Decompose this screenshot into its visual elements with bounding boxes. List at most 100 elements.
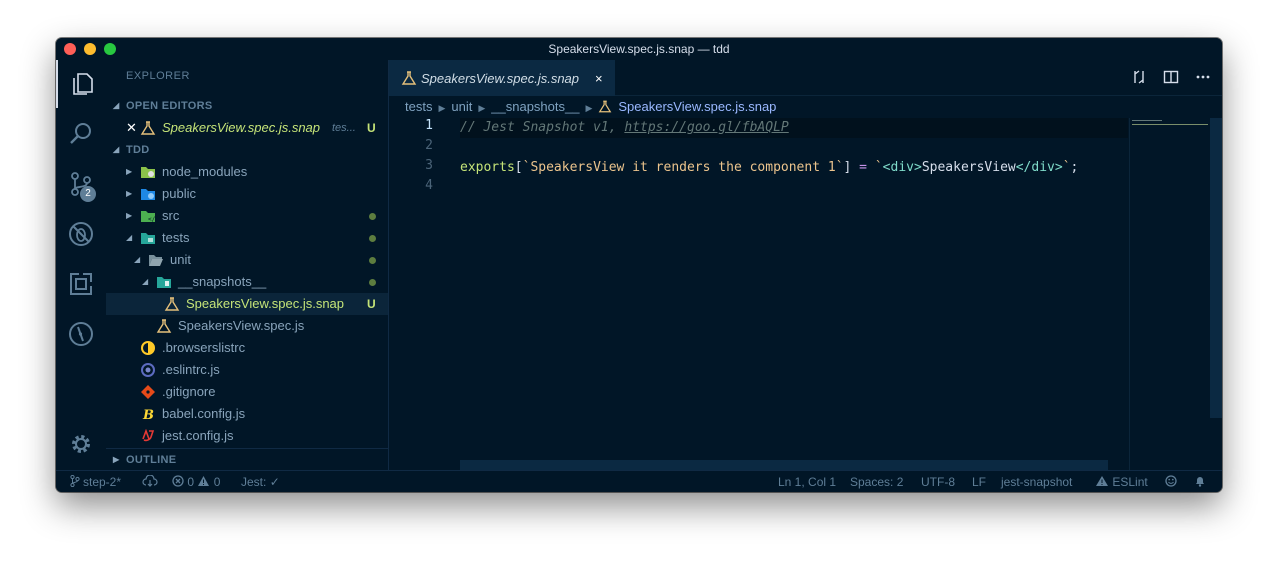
tab-close-icon[interactable]: ×	[595, 61, 603, 96]
git-icon	[141, 385, 155, 399]
tree-item-tests[interactable]: ◢ tests	[106, 227, 388, 249]
indentation[interactable]: Spaces: 2	[850, 471, 903, 492]
untracked-badge: U	[367, 121, 376, 135]
open-changes-icon[interactable]	[1130, 68, 1148, 86]
title-bar: SpeakersView.spec.js.snap — tdd	[56, 38, 1222, 60]
vertical-scrollbar[interactable]	[1210, 118, 1222, 418]
activity-debug[interactable]	[56, 210, 106, 258]
vscode-window: SpeakersView.spec.js.snap — tdd 2 EXPLOR…	[56, 38, 1222, 492]
tree-item-node-modules[interactable]: ▶ node_modules	[106, 161, 388, 183]
line-number: 3	[425, 158, 433, 173]
close-icon[interactable]: ✕	[126, 117, 137, 139]
code-link[interactable]: https://goo.gl/fbAQLP	[624, 120, 788, 135]
window-minimize-button[interactable]	[84, 43, 96, 55]
breadcrumb-item[interactable]: __snapshots__	[491, 99, 579, 114]
chevron-down-icon: ◢	[142, 277, 149, 286]
language-mode[interactable]: jest-snapshot	[1001, 471, 1072, 492]
minimap-line	[1132, 124, 1208, 125]
extensions-icon	[70, 272, 93, 295]
outline-header[interactable]: ▶ OUTLINE	[106, 448, 388, 471]
folder-open-icon	[149, 255, 163, 266]
feedback-icon[interactable]	[1165, 471, 1177, 492]
sync-icon[interactable]	[142, 471, 158, 492]
source-control-badge: 2	[80, 186, 96, 202]
activity-source-control[interactable]	[56, 160, 106, 208]
bell-icon[interactable]	[1194, 471, 1206, 492]
more-actions-icon[interactable]	[1194, 68, 1212, 86]
breadcrumb-item[interactable]: tests	[405, 99, 432, 114]
tree-item-snapshot-file[interactable]: SpeakersView.spec.js.snap U	[106, 293, 388, 315]
flask-icon	[164, 297, 180, 311]
activity-explorer[interactable]	[56, 60, 108, 108]
line-number: 2	[425, 138, 433, 153]
chevron-right-icon: ▶	[126, 167, 133, 176]
jest-icon	[142, 429, 155, 442]
problems-indicator[interactable]: 0 0	[172, 471, 220, 492]
eslint-icon	[141, 363, 155, 377]
tree-item-jest-config[interactable]: jest.config.js	[106, 425, 388, 447]
tree-item-public[interactable]: ▶ public	[106, 183, 388, 205]
tree-item-snapshots[interactable]: ◢ __snapshots__	[106, 271, 388, 293]
activity-search[interactable]	[56, 110, 106, 158]
line-number: 1	[425, 118, 433, 133]
editor-area: SpeakersView.spec.js.snap × tests ▶ unit ▶ _…	[389, 60, 1222, 470]
flask-icon	[156, 319, 172, 333]
activity-settings[interactable]	[56, 420, 106, 468]
chevron-down-icon: ◢	[134, 255, 141, 264]
jest-status[interactable]: Jest: ✓	[241, 471, 280, 492]
editor-actions	[1130, 68, 1212, 86]
branch-indicator[interactable]: step-2*	[70, 471, 121, 492]
src-folder-icon: </>	[141, 211, 156, 223]
svg-text:B: B	[142, 408, 154, 421]
horizontal-scrollbar[interactable]	[460, 460, 1108, 470]
breadcrumb-item[interactable]: SpeakersView.spec.js.snap	[618, 99, 776, 114]
editor-tab-active[interactable]: SpeakersView.spec.js.snap ×	[389, 60, 615, 96]
chevron-right-icon: ▶	[478, 103, 486, 113]
snapshot-folder-icon	[157, 277, 171, 288]
window-maximize-button[interactable]	[104, 43, 116, 55]
flask-icon	[140, 121, 156, 135]
chevron-right-icon: ▶	[126, 211, 133, 220]
branch-icon	[70, 474, 80, 488]
open-editors-header[interactable]: ◢ OPEN EDITORS	[106, 95, 388, 117]
collapse-arrow-icon: ◢	[113, 101, 120, 110]
explorer-sidebar: EXPLORER ◢ OPEN EDITORS ✕ SpeakersView.s…	[106, 60, 389, 470]
window-close-button[interactable]	[64, 43, 76, 55]
breadcrumb-item[interactable]: unit	[451, 99, 472, 114]
flask-icon	[401, 71, 417, 85]
check-icon: ✓	[269, 475, 280, 489]
folder-header-tdd[interactable]: ◢ TDD	[106, 139, 388, 161]
window-title: SpeakersView.spec.js.snap — tdd	[548, 42, 730, 56]
end-of-line[interactable]: LF	[972, 471, 986, 492]
modified-dot	[369, 235, 376, 242]
encoding[interactable]: UTF-8	[921, 471, 955, 492]
code-line-3: exports[`SpeakersView it renders the com…	[460, 160, 1079, 175]
tree-item-spec-file[interactable]: SpeakersView.spec.js	[106, 315, 388, 337]
tree-item-eslintrc[interactable]: .eslintrc.js	[106, 359, 388, 381]
activity-bar: 2	[56, 60, 106, 470]
activity-extensions[interactable]	[56, 260, 106, 308]
minimap[interactable]	[1129, 118, 1210, 470]
tree-item-gitignore[interactable]: .gitignore	[106, 381, 388, 403]
warning-icon	[1096, 476, 1108, 486]
tree-item-browserslistrc[interactable]: .browserslistrc	[106, 337, 388, 359]
globe-folder-icon	[141, 189, 155, 200]
open-editor-item[interactable]: ✕ SpeakersView.spec.js.snap tes... U	[106, 117, 388, 139]
split-editor-icon[interactable]	[1162, 68, 1180, 86]
code-line-1: // Jest Snapshot v1, https://goo.gl/fbAQ…	[460, 120, 789, 135]
tree-item-unit[interactable]: ◢ unit	[106, 249, 388, 271]
browserslist-icon	[141, 341, 155, 355]
tree-item-src[interactable]: ▶ </> src	[106, 205, 388, 227]
chevron-right-icon: ▶	[126, 189, 133, 198]
files-icon	[73, 73, 93, 95]
chevron-right-icon: ▶	[438, 103, 446, 113]
flask-icon	[599, 100, 612, 113]
tree-item-babel-config[interactable]: B babel.config.js	[106, 403, 388, 425]
modified-dot	[369, 213, 376, 220]
activity-git-history[interactable]	[56, 310, 106, 358]
debug-icon	[69, 222, 93, 246]
eslint-status[interactable]: ESLint	[1095, 471, 1148, 492]
error-icon	[172, 475, 184, 487]
status-bar: step-2* 0 0 Jest: ✓ Ln 1, Col 1 Spaces: …	[56, 470, 1222, 492]
cursor-position[interactable]: Ln 1, Col 1	[778, 471, 836, 492]
